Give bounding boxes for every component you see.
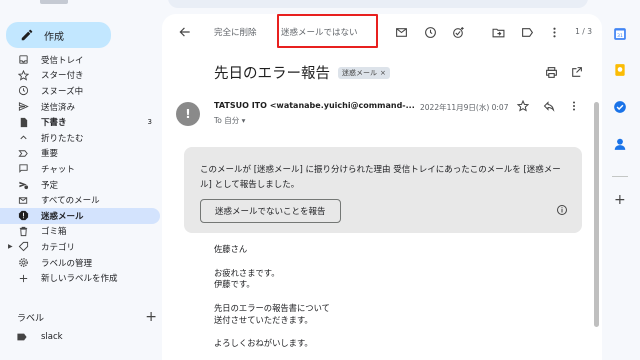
send-icon [17, 101, 29, 113]
warning-text: このメールが [迷惑メール] に振り分けられた理由 受信トレイにあったこのメール… [200, 165, 561, 190]
print-icon[interactable] [545, 66, 558, 79]
draft-icon [17, 116, 29, 128]
email-body: 佐藤さん お疲れさまです。 伊藤です。 先日のエラーの報告書について 送付させて… [214, 244, 330, 350]
sidebar-item-drafts[interactable]: 下書き 3 [0, 114, 160, 130]
sidebar-item-chat[interactable]: チャット [0, 161, 160, 177]
scrollbar-thumb[interactable] [594, 102, 599, 327]
sidebar-item-important[interactable]: 重要 [0, 146, 160, 162]
sidebar-nav: 受信トレイ スター付き スヌーズ中 送信済み 下書き 3 折りたたむ 重要 チャ… [0, 52, 160, 286]
plus-icon [17, 272, 29, 284]
sidebar-item-spam[interactable]: 迷惑メール [0, 207, 160, 224]
move-to-icon[interactable] [492, 26, 505, 39]
email-date: 2022年11月9日(水) 0:07 [420, 103, 509, 112]
add-addon-icon[interactable]: + [614, 192, 626, 208]
labels-heading: ラベル [17, 313, 45, 324]
keep-icon[interactable] [613, 63, 627, 77]
label-icon[interactable] [521, 26, 534, 39]
star-icon [17, 69, 29, 81]
sidebar-item-categories[interactable]: ▶ カテゴリ [0, 239, 160, 255]
highlight-box [277, 14, 378, 48]
add-task-icon[interactable] [452, 26, 465, 39]
body-line: よろしくおねがいします。 [214, 338, 313, 349]
more-vert-icon[interactable] [548, 26, 561, 39]
star-icon[interactable] [517, 100, 529, 112]
all-mail-icon [17, 194, 29, 206]
clock-icon [17, 85, 29, 97]
email-subject: 先日のエラー報告 迷惑メール × [214, 62, 390, 83]
trash-icon [17, 225, 29, 237]
remove-label-icon[interactable]: × [380, 69, 386, 77]
snooze-icon[interactable] [424, 26, 437, 39]
important-icon [17, 147, 29, 159]
calendar-icon[interactable]: 31 [613, 27, 627, 41]
drafts-count: 3 [147, 118, 152, 127]
contacts-icon[interactable] [613, 137, 627, 151]
search-bar[interactable] [168, 0, 588, 8]
scheduled-icon [17, 179, 29, 191]
svg-text:31: 31 [617, 33, 623, 39]
spam-label-badge: 迷惑メール × [338, 66, 390, 79]
label-item-slack[interactable]: slack [17, 332, 63, 342]
sidebar-item-create-label[interactable]: 新しいラベルを作成 [0, 270, 160, 286]
info-icon[interactable] [556, 204, 568, 216]
gear-icon [17, 257, 29, 269]
reply-icon[interactable] [543, 100, 555, 112]
more-options-icon[interactable] [568, 100, 580, 112]
label-tag-icon [17, 333, 27, 341]
spam-warning-banner: このメールが [迷惑メール] に振り分けられた理由 受信トレイにあったこのメール… [184, 147, 582, 233]
inbox-icon [17, 54, 29, 66]
chevron-up-icon [17, 132, 29, 144]
expand-arrow-icon[interactable]: ▶ [8, 243, 13, 250]
open-new-window-icon[interactable] [570, 66, 583, 79]
top-bar [0, 0, 640, 8]
body-line: 先日のエラーの報告書について [214, 302, 330, 313]
body-line: 送付させていただきます。 [214, 314, 313, 325]
chat-icon [17, 163, 29, 175]
add-label-icon[interactable]: + [145, 309, 157, 325]
sidebar-item-manage-labels[interactable]: ラベルの管理 [0, 255, 160, 271]
page-indicator: 1 / 3 [575, 27, 592, 36]
category-icon [17, 241, 29, 253]
sidebar-item-inbox[interactable]: 受信トレイ [0, 52, 160, 68]
report-not-spam-button[interactable]: 迷惑メールでないことを報告 [200, 199, 341, 223]
delete-forever-button[interactable]: 完全に削除 [214, 26, 257, 38]
spam-icon [17, 210, 29, 222]
sidebar-item-sent[interactable]: 送信済み [0, 99, 160, 115]
sidebar-item-scheduled[interactable]: 予定 [0, 177, 160, 193]
labels-section-header: ラベル + [17, 309, 157, 325]
message-toolbar: 完全に削除 迷惑メールではない 1 / 3 [162, 14, 602, 52]
sidebar-item-starred[interactable]: スター付き [0, 68, 160, 84]
side-panel-divider [612, 176, 628, 177]
sender-name: TATSUO ITO <watanabe.yuichi@command-... [214, 101, 415, 110]
sidebar-item-snoozed[interactable]: スヌーズ中 [0, 83, 160, 99]
sidebar-item-trash[interactable]: ゴミ箱 [0, 224, 160, 240]
tasks-icon[interactable] [613, 100, 627, 114]
sender-avatar: ! [176, 102, 200, 126]
pencil-icon [21, 29, 33, 41]
compose-label: 作成 [44, 31, 64, 43]
body-line: 伊藤です。 [214, 279, 255, 290]
back-arrow-icon[interactable] [178, 25, 192, 39]
body-line: お疲れさまです。 [214, 267, 280, 278]
compose-button[interactable]: 作成 [6, 22, 111, 48]
subject-text: 先日のエラー報告 [214, 66, 330, 82]
mark-unread-icon[interactable] [395, 26, 408, 39]
message-view: 完全に削除 迷惑メールではない 1 / 3 先日のエラー報告 迷惑メール × !… [162, 14, 602, 360]
body-line: 佐藤さん [214, 244, 248, 254]
sidebar-item-all-mail[interactable]: すべてのメール [0, 192, 160, 208]
recipient-details[interactable]: To 自分 ▾ [214, 115, 245, 126]
gmail-logo[interactable] [40, 0, 68, 4]
sidebar-item-collapse[interactable]: 折りたたむ [0, 130, 160, 146]
